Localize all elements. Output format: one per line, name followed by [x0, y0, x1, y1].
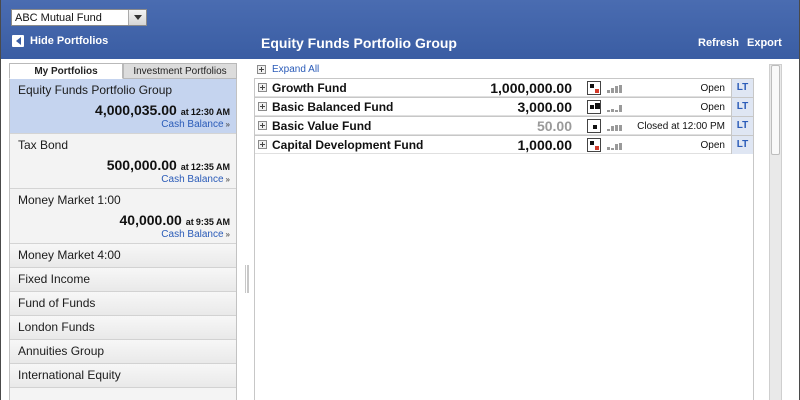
trend-bars-icon — [607, 102, 622, 112]
refresh-button[interactable]: Refresh — [698, 37, 739, 49]
fund-status: Closed at 12:00 PM — [637, 121, 725, 132]
double-chevron-down-icon: » — [225, 230, 230, 239]
header-bar: ABC Mutual Fund Hide Portfolios Equity F… — [1, 0, 799, 59]
tab-my-portfolios[interactable]: My Portfolios — [9, 63, 123, 79]
portfolio-name: Equity Funds Portfolio Group — [18, 83, 173, 97]
fund-row-basic-balanced[interactable]: Basic Balanced Fund 3,000.00 Open LT — [255, 97, 753, 116]
fund-name: Growth Fund — [272, 81, 347, 95]
portfolio-name: Money Market 1:00 — [18, 193, 121, 207]
portfolio-item-london-funds[interactable]: London Funds — [10, 316, 236, 340]
hide-portfolios-label: Hide Portfolios — [30, 35, 109, 47]
tab-investment-portfolios[interactable]: Investment Portfolios — [123, 63, 237, 79]
vertical-scrollbar[interactable] — [769, 64, 782, 400]
portfolio-amount-line: 40,000.00 at 9:35 AM — [18, 212, 231, 228]
double-chevron-down-icon: » — [225, 175, 230, 184]
position-indicator-icon — [587, 138, 601, 152]
fund-status: Open — [700, 140, 725, 151]
panel-splitter-handle[interactable] — [245, 265, 250, 293]
position-indicator-icon — [587, 100, 601, 114]
fund-select[interactable]: ABC Mutual Fund — [11, 9, 147, 26]
expand-plus-icon[interactable] — [258, 140, 267, 149]
portfolio-amount-line: 4,000,035.00 at 12:30 AM — [18, 102, 230, 118]
expand-plus-icon[interactable] — [258, 121, 267, 130]
expand-plus-icon[interactable] — [258, 102, 267, 111]
portfolio-card-tax-bond[interactable]: Tax Bond 500,000.00 at 12:35 AM Cash Balan… — [10, 134, 236, 189]
at-label: at — [185, 217, 194, 227]
cash-balance-label: Cash Balance — [161, 229, 224, 240]
portfolio-card-money-market-1[interactable]: Money Market 1:00 40,000.00 at 9:35 AM Cas… — [10, 189, 236, 244]
fund-name: Capital Development Fund — [272, 138, 424, 152]
portfolio-amount: 40,000.00 — [119, 212, 182, 228]
cash-balance-toggle[interactable]: Cash Balance» — [18, 119, 230, 130]
trend-bars-icon — [607, 83, 622, 93]
portfolio-amount: 500,000.00 — [106, 157, 177, 173]
app-window: ABC Mutual Fund Hide Portfolios Equity F… — [0, 0, 800, 400]
portfolio-item-fixed-income[interactable]: Fixed Income — [10, 268, 236, 292]
fund-amount: 50.00 — [536, 118, 572, 134]
at-label: at — [180, 107, 189, 117]
page-title: Equity Funds Portfolio Group — [261, 35, 457, 51]
plus-icon — [257, 65, 266, 74]
trend-bars-icon — [607, 121, 622, 131]
portfolio-amount: 4,000,035.00 — [95, 102, 177, 118]
lt-button[interactable]: LT — [731, 98, 753, 116]
cash-balance-toggle[interactable]: Cash Balance» — [18, 229, 230, 240]
fund-name: Basic Value Fund — [272, 119, 372, 133]
portfolio-item-annuities-group[interactable]: Annuities Group — [10, 340, 236, 364]
expand-all-button[interactable]: Expand All — [257, 64, 319, 75]
trend-bars-icon — [607, 140, 622, 150]
portfolio-item-fund-of-funds[interactable]: Fund of Funds — [10, 292, 236, 316]
portfolio-card-equity-funds[interactable]: Equity Funds Portfolio Group 4,000,035.0… — [10, 79, 236, 134]
cash-balance-label: Cash Balance — [161, 174, 224, 185]
cash-balance-toggle[interactable]: Cash Balance» — [18, 174, 230, 185]
portfolio-amount-line: 500,000.00 at 12:35 AM — [18, 157, 230, 173]
fund-status: Open — [700, 102, 725, 113]
fund-row-growth[interactable]: Growth Fund 1,000,000.00 Open LT — [255, 78, 753, 97]
lt-button[interactable]: LT — [731, 136, 753, 154]
export-button[interactable]: Export — [747, 37, 782, 49]
portfolio-sidebar: My Portfolios Investment Portfolios Equi… — [9, 63, 237, 400]
portfolio-list: Equity Funds Portfolio Group 4,000,035.0… — [9, 79, 237, 400]
portfolio-tabs: My Portfolios Investment Portfolios — [9, 63, 237, 79]
portfolio-item-international-equity[interactable]: International Equity — [10, 364, 236, 388]
double-chevron-down-icon: » — [225, 120, 230, 129]
collapse-left-icon — [12, 35, 24, 47]
fund-amount: 1,000.00 — [517, 137, 573, 153]
fund-row-capital-development[interactable]: Capital Development Fund 1,000.00 Open L… — [255, 135, 753, 154]
lt-button[interactable]: LT — [731, 117, 753, 135]
cash-balance-label: Cash Balance — [161, 119, 224, 130]
fund-list: Growth Fund 1,000,000.00 Open LT Basic B… — [254, 78, 754, 400]
portfolio-name: Tax Bond — [18, 138, 69, 152]
at-label: at — [180, 162, 189, 172]
expand-plus-icon[interactable] — [258, 83, 267, 92]
fund-amount: 3,000.00 — [517, 99, 573, 115]
portfolio-time: 12:30 AM — [190, 107, 230, 117]
hide-portfolios-button[interactable]: Hide Portfolios — [12, 35, 108, 47]
fund-row-basic-value[interactable]: Basic Value Fund 50.00 Closed at 12:00 P… — [255, 116, 753, 135]
lt-button[interactable]: LT — [731, 79, 753, 97]
portfolio-time: 12:35 AM — [190, 162, 230, 172]
fund-amount: 1,000,000.00 — [490, 80, 572, 96]
chevron-down-icon[interactable] — [128, 10, 146, 25]
position-indicator-icon — [587, 81, 601, 95]
position-indicator-icon — [587, 119, 601, 133]
portfolio-time: 9:35 AM — [195, 217, 230, 227]
fund-name: Basic Balanced Fund — [272, 100, 394, 114]
fund-select-value: ABC Mutual Fund — [15, 11, 102, 24]
fund-status: Open — [700, 83, 725, 94]
scrollbar-thumb[interactable] — [771, 65, 780, 155]
portfolio-item-money-market-4[interactable]: Money Market 4:00 — [10, 244, 236, 268]
expand-all-label: Expand All — [272, 64, 320, 75]
